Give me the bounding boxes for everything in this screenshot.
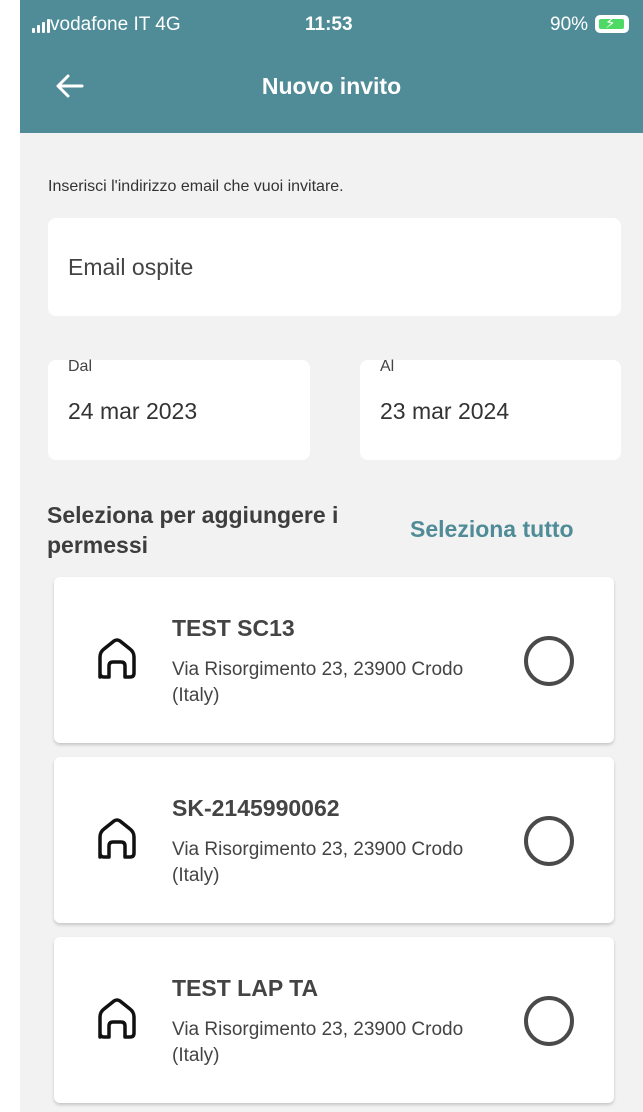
battery-icon: ⚡	[595, 15, 629, 33]
property-card[interactable]: TEST LAP TA Via Risorgimento 23, 23900 C…	[54, 937, 614, 1103]
select-all-button[interactable]: Seleziona tutto	[410, 516, 574, 543]
property-address: Via Risorgimento 23, 23900 Crodo (Italy)	[172, 839, 464, 886]
app-screen: vodafone IT 4G 11:53 90% ⚡ Nuovo invito …	[20, 0, 643, 1112]
end-date-field[interactable]: Al 23 mar 2024	[360, 358, 621, 460]
select-radio[interactable]	[524, 636, 574, 686]
status-bar: vodafone IT 4G 11:53 90% ⚡	[20, 0, 643, 50]
email-instruction: Inserisci l'indirizzo email che vuoi inv…	[48, 178, 344, 195]
property-card[interactable]: SK-2145990062 Via Risorgimento 23, 23900…	[54, 757, 614, 923]
permissions-title: Seleziona per aggiungere i permessi	[47, 502, 339, 558]
house-icon	[98, 818, 136, 859]
end-date-value: 23 mar 2024	[380, 398, 510, 424]
carrier-label: vodafone IT 4G	[50, 14, 181, 35]
email-placeholder: Email ospite	[68, 254, 194, 280]
battery-percent: 90%	[550, 14, 589, 35]
property-name: SK-2145990062	[172, 795, 340, 821]
property-name: TEST SC13	[172, 615, 295, 641]
property-address: Via Risorgimento 23, 23900 Crodo (Italy)	[172, 659, 464, 706]
property-address: Via Risorgimento 23, 23900 Crodo (Italy)	[172, 1019, 464, 1066]
house-icon	[98, 998, 136, 1039]
end-date-label: Al	[380, 358, 395, 375]
start-date-field[interactable]: Dal 24 mar 2023	[48, 358, 310, 460]
property-card[interactable]: TEST SC13 Via Risorgimento 23, 23900 Cro…	[54, 577, 614, 743]
start-date-value: 24 mar 2023	[68, 398, 198, 424]
guest-email-field[interactable]: Email ospite	[48, 218, 621, 316]
page-title: Nuovo invito	[261, 73, 402, 99]
signal-icon	[32, 19, 50, 33]
status-time: 11:53	[305, 14, 353, 35]
select-radio[interactable]	[524, 816, 574, 866]
property-name: TEST LAP TA	[172, 975, 319, 1001]
house-icon	[98, 638, 136, 679]
select-radio[interactable]	[524, 996, 574, 1046]
start-date-label: Dal	[68, 358, 93, 375]
header-bar: vodafone IT 4G 11:53 90% ⚡ Nuovo invito	[20, 0, 643, 133]
